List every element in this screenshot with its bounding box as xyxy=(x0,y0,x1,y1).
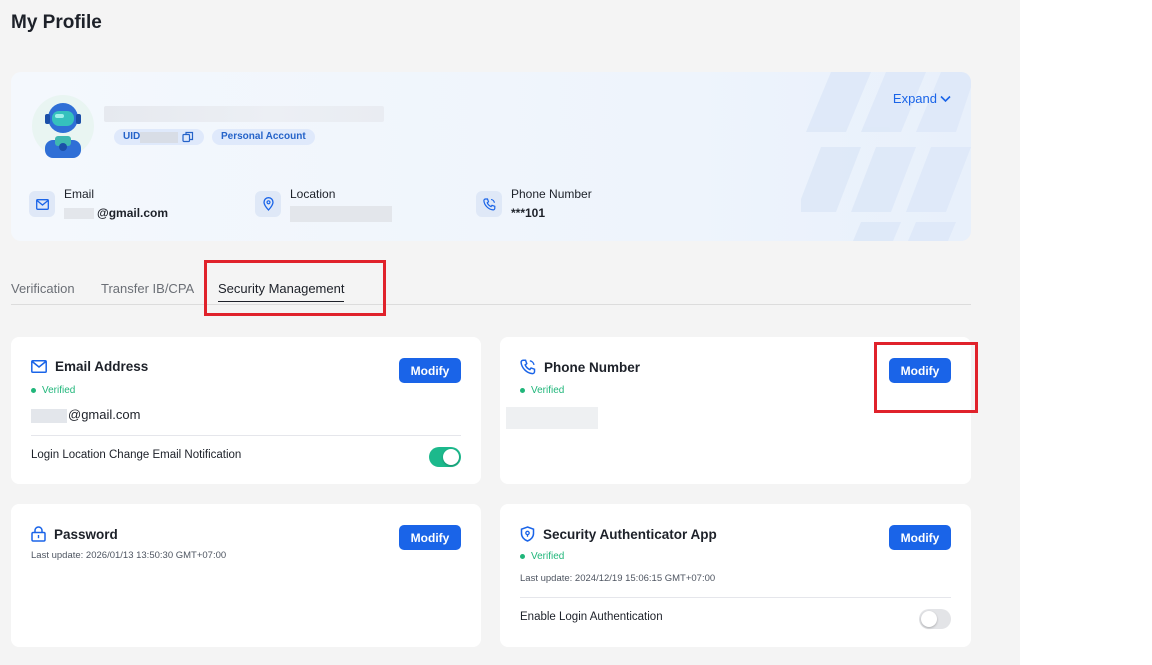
email-address-card: Email Address Modify Verified @gmail.com… xyxy=(11,337,481,484)
login-location-notification-label: Login Location Change Email Notification xyxy=(31,449,242,461)
status-dot xyxy=(31,388,36,393)
phone-icon xyxy=(520,359,536,375)
password-card-title-text: Password xyxy=(54,526,118,542)
authenticator-last-update: Last update: 2024/12/19 15:06:15 GMT+07:… xyxy=(520,573,716,584)
email-status-text: Verified xyxy=(42,385,76,396)
email-card-title-text: Email Address xyxy=(55,359,149,374)
email-value-row: @gmail.com xyxy=(31,407,140,423)
redacted-uid xyxy=(140,132,178,143)
login-authentication-label: Enable Login Authentication xyxy=(520,611,663,623)
phone-status-text: Verified xyxy=(531,385,565,396)
info-location: Location xyxy=(255,187,392,222)
phone-verified-status: Verified xyxy=(520,385,564,396)
toggle-knob xyxy=(443,449,459,465)
phone-icon xyxy=(476,191,502,217)
login-location-notification-toggle[interactable] xyxy=(429,447,461,467)
status-dot xyxy=(520,554,525,559)
email-value: @gmail.com xyxy=(97,206,169,220)
toggle-knob xyxy=(921,611,937,627)
copy-icon[interactable] xyxy=(182,131,194,143)
phone-value: ***101 xyxy=(511,206,546,220)
info-email: Email @gmail.com xyxy=(29,187,168,220)
phone-card-title-text: Phone Number xyxy=(544,359,641,375)
authenticator-status-text: Verified xyxy=(531,551,565,562)
redacted-email-local xyxy=(64,208,94,220)
authenticator-card-title: Security Authenticator App xyxy=(520,526,717,542)
redacted-phone-number xyxy=(506,407,598,429)
tab-verification[interactable]: Verification xyxy=(11,281,75,296)
highlight-box-modify-phone xyxy=(874,342,978,413)
lock-icon xyxy=(31,526,46,542)
divider xyxy=(31,435,461,436)
location-label: Location xyxy=(290,187,336,201)
password-last-update: Last update: 2026/01/13 13:50:30 GMT+07:… xyxy=(31,550,227,561)
uid-badge: UID xyxy=(114,129,204,145)
tab-transfer-ib-cpa[interactable]: Transfer IB/CPA xyxy=(101,281,194,296)
location-pin-icon xyxy=(255,191,281,217)
page: My Profile UID Personal Account Expand E… xyxy=(0,0,1020,665)
profile-card: UID Personal Account Expand Email @gmail… xyxy=(11,72,971,241)
mail-icon xyxy=(31,360,47,373)
authenticator-app-card: Security Authenticator App Modify Verifi… xyxy=(500,504,971,647)
profile-tabs: Verification Transfer IB/CPA Security Ma… xyxy=(11,272,971,305)
modify-password-button[interactable]: Modify xyxy=(399,525,461,550)
login-authentication-toggle[interactable] xyxy=(919,609,951,629)
expand-button[interactable]: Expand xyxy=(893,91,951,106)
page-title: My Profile xyxy=(11,12,102,33)
highlight-box-security-tab xyxy=(204,260,386,316)
account-type-badge: Personal Account xyxy=(212,129,315,145)
status-dot xyxy=(520,388,525,393)
email-verified-status: Verified xyxy=(31,385,75,396)
redacted-username xyxy=(104,106,384,122)
astronaut-avatar-icon xyxy=(32,95,94,158)
info-phone: Phone Number ***101 xyxy=(476,187,592,220)
phone-label: Phone Number xyxy=(511,187,592,201)
modify-email-button[interactable]: Modify xyxy=(399,358,461,383)
email-label: Email xyxy=(64,187,95,201)
expand-label: Expand xyxy=(892,91,937,106)
uid-label: UID xyxy=(123,131,141,142)
password-card: Password Modify Last update: 2026/01/13 … xyxy=(11,504,481,647)
mail-icon xyxy=(29,191,55,217)
password-card-title: Password xyxy=(31,526,118,542)
redacted-location xyxy=(290,206,392,222)
email-card-value: @gmail.com xyxy=(68,407,141,422)
email-card-title: Email Address xyxy=(31,359,148,374)
redacted-email-local xyxy=(31,408,67,423)
shield-icon xyxy=(520,526,535,542)
modify-authenticator-button[interactable]: Modify xyxy=(889,525,951,550)
authenticator-verified-status: Verified xyxy=(520,551,564,562)
chevron-down-icon xyxy=(940,95,951,102)
authenticator-card-title-text: Security Authenticator App xyxy=(543,526,717,542)
divider xyxy=(520,597,951,598)
phone-card-title: Phone Number xyxy=(520,359,640,375)
